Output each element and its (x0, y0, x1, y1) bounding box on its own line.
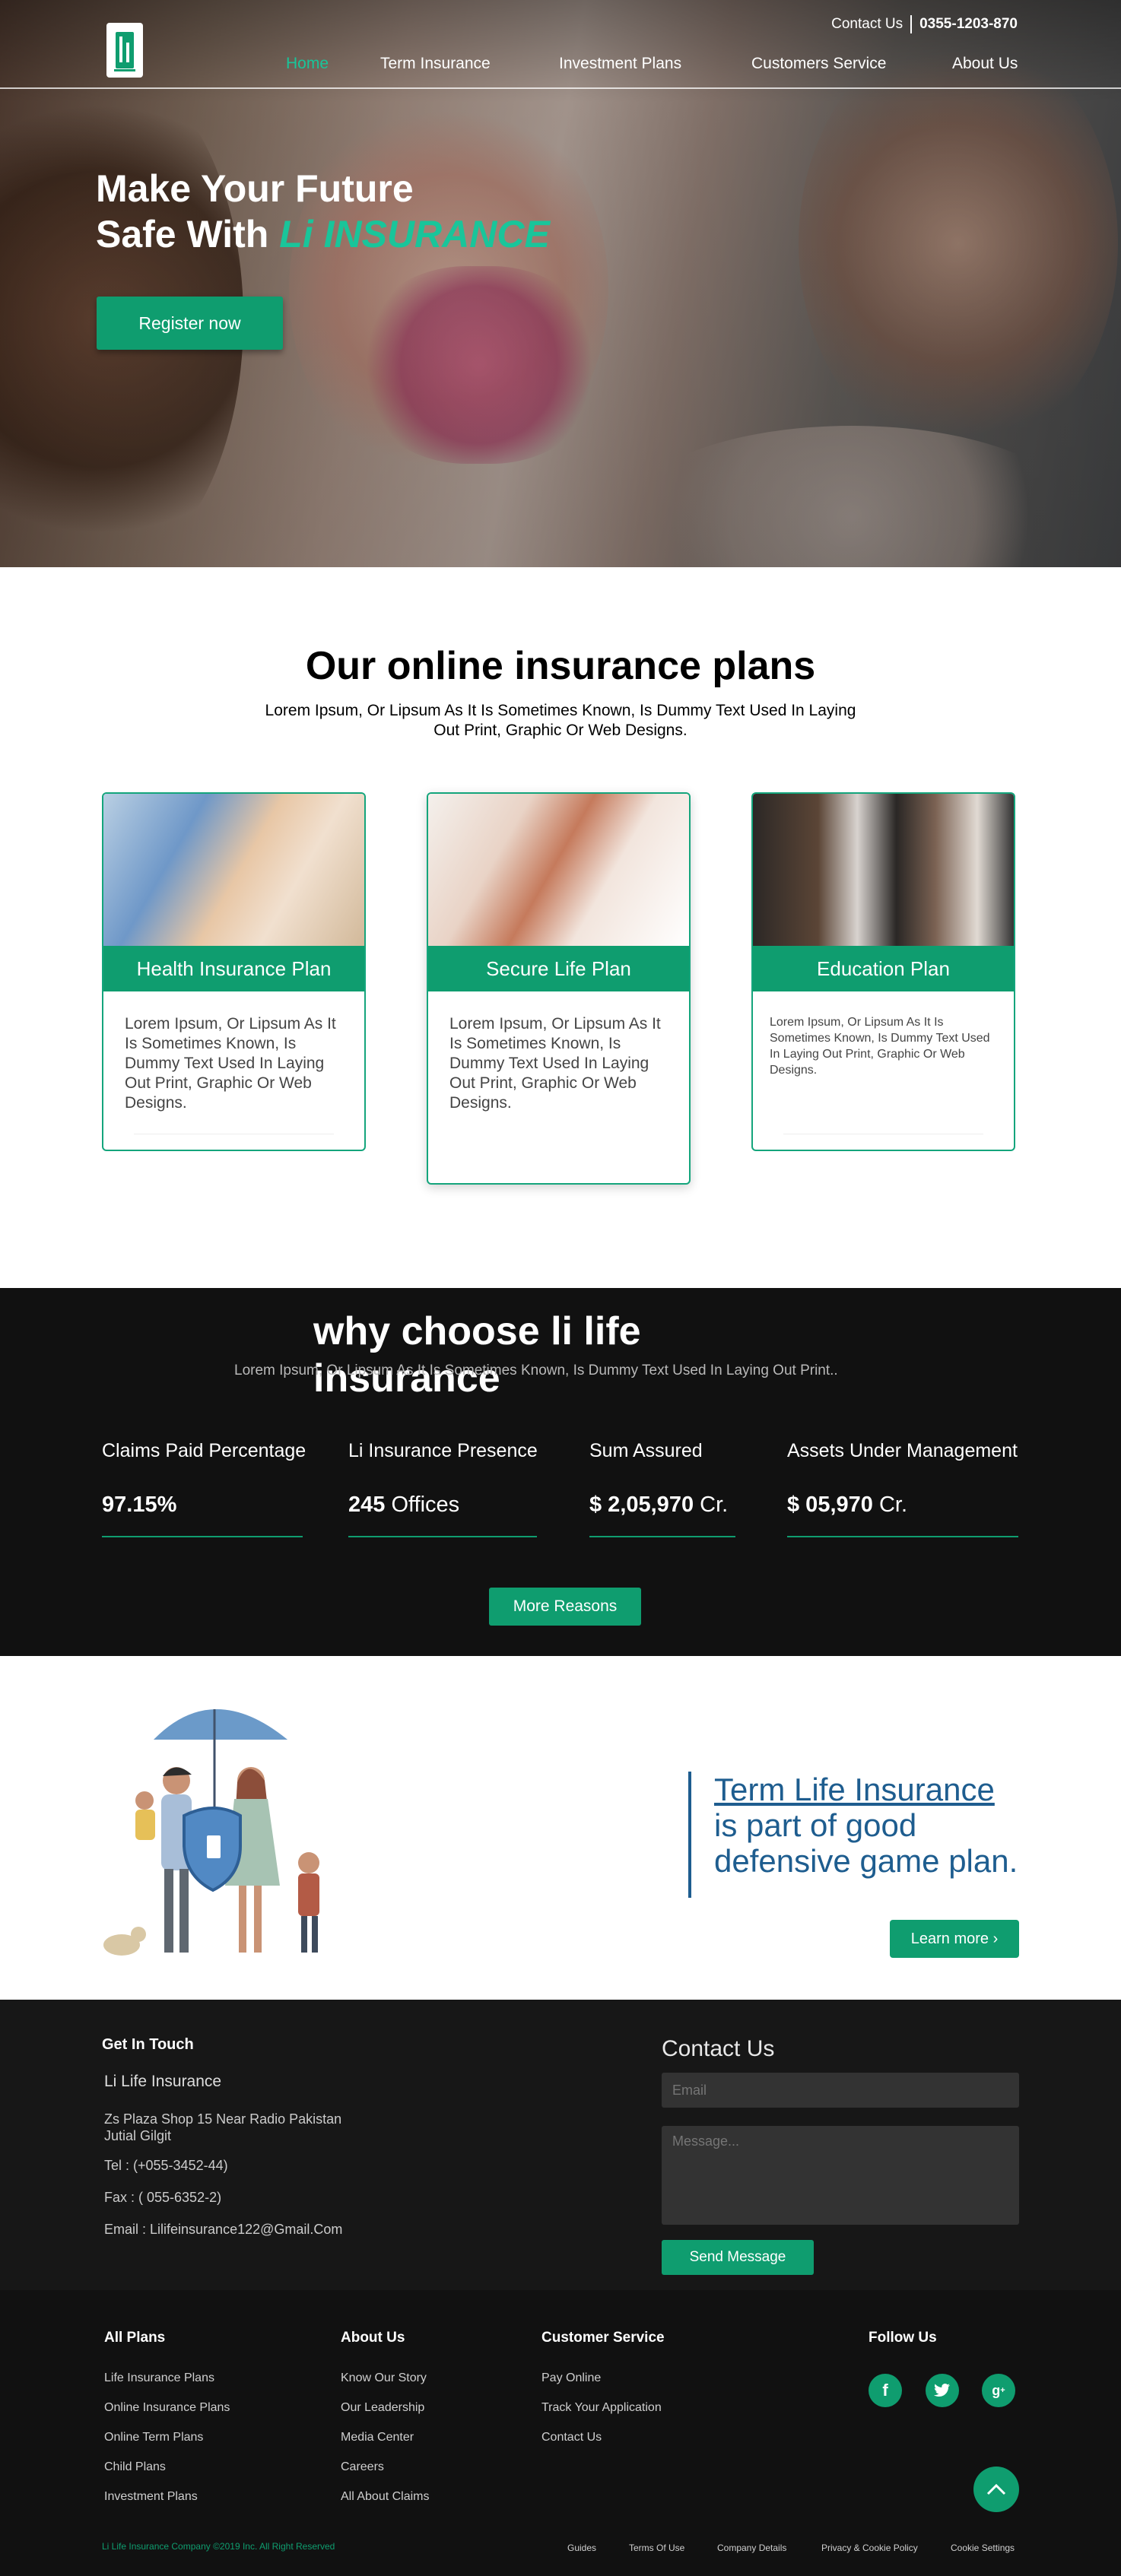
stat-claims-paid: Claims Paid Percentage 97.15% (102, 1440, 306, 1537)
nav-divider (0, 87, 1121, 89)
why-section: why choose li life insurance Lorem Ipsum… (0, 1288, 1121, 1656)
nav-term-insurance[interactable]: Term Insurance (380, 55, 491, 73)
plan-card-title: Health Insurance Plan (103, 946, 364, 991)
footer-follow: Follow Us (869, 2330, 937, 2363)
plan-card-text: Lorem Ipsum, Or Lipsum As It Is Sometime… (125, 1015, 336, 1112)
plan-card-text: Lorem Ipsum, Or Lipsum As It Is Sometime… (449, 1015, 661, 1112)
google-plus-icon[interactable]: g + (982, 2374, 1015, 2407)
footer-link-privacy[interactable]: Privacy & Cookie Policy (821, 2543, 918, 2553)
chevron-right-icon: › (992, 1930, 999, 1947)
footer-customer-service: Customer Service Pay Online Track Your A… (541, 2330, 665, 2452)
plan-card-title: Secure Life Plan (428, 946, 689, 991)
plan-card-health[interactable]: Health Insurance Plan Lorem Ipsum, Or Li… (102, 792, 366, 1151)
more-reasons-button[interactable]: More Reasons (489, 1588, 641, 1626)
message-field[interactable] (662, 2126, 1019, 2225)
footer-all-plans: All Plans Life Insurance Plans Online In… (104, 2330, 230, 2511)
email-field[interactable] (662, 2073, 1019, 2108)
stat-value: 245 Offices (348, 1493, 460, 1517)
company-fax: Fax : ( 055-6352-2) (104, 2190, 222, 2205)
footer-link[interactable]: Online Term Plans (104, 2422, 230, 2452)
contact-us-link[interactable]: Contact Us (831, 16, 903, 33)
plan-card-title: Education Plan (753, 946, 1014, 991)
why-title: why choose li life insurance (313, 1309, 641, 1401)
hero-brand: Li INSURANCE (279, 213, 550, 255)
footer-link[interactable]: Investment Plans (104, 2482, 230, 2511)
nav-customers-service[interactable]: Customers Service (751, 55, 886, 73)
stat-label: Assets Under Management (787, 1440, 1018, 1461)
stat-assets: Assets Under Management $ 05,970 Cr. (787, 1440, 1018, 1537)
footer-about: About Us Know Our Story Our Leadership M… (341, 2330, 430, 2511)
plans-title: Our online insurance plans (305, 644, 816, 688)
send-message-button[interactable]: Send Message (662, 2240, 814, 2275)
divider (910, 15, 913, 33)
footer-link[interactable]: Child Plans (104, 2452, 230, 2482)
back-to-top-button[interactable] (973, 2467, 1019, 2512)
stat-sum-assured: Sum Assured $ 2,05,970 Cr. (589, 1440, 735, 1537)
nav-about-us[interactable]: About Us (952, 55, 1018, 73)
stat-value: $ 05,970 Cr. (787, 1493, 908, 1517)
footer-link[interactable]: Pay Online (541, 2363, 665, 2393)
footer-link[interactable]: Careers (341, 2452, 430, 2482)
why-subtitle: Lorem Ipsum, Or Lipsum As It Is Sometime… (234, 1363, 838, 1378)
footer-link[interactable]: Online Insurance Plans (104, 2393, 230, 2422)
stat-value: 97.15% (102, 1493, 177, 1517)
footer-link-terms[interactable]: Terms Of Use (629, 2543, 684, 2553)
phone-number[interactable]: 0355-1203-870 (919, 16, 1018, 33)
plans-subtitle: Lorem Ipsum, Or Lipsum As It Is Sometime… (265, 702, 856, 739)
page: Contact Us 0355-1203-870 Home Term Insur… (0, 0, 1121, 2576)
footer-link[interactable]: Contact Us (541, 2422, 665, 2452)
footer-link-cookie-settings[interactable]: Cookie Settings (951, 2543, 1015, 2553)
hero-title-line1: Make Your Future (96, 167, 414, 210)
contact-section: Get In Touch Li Life Insurance Zs Plaza … (0, 2000, 1121, 2290)
term-life-link[interactable]: Term Life Insurance (714, 1772, 995, 1807)
term-life-text: Term Life Insurance is part of good defe… (714, 1772, 1018, 1879)
secure-life-plan-image (428, 794, 689, 946)
stat-presence: Li Insurance Presence 245 Offices (348, 1440, 538, 1537)
nav-investment-plans[interactable]: Investment Plans (559, 55, 681, 73)
stat-label: Claims Paid Percentage (102, 1440, 306, 1461)
chevron-up-icon (986, 2483, 1006, 2495)
footer-link[interactable]: All About Claims (341, 2482, 430, 2511)
footer-heading: All Plans (104, 2330, 166, 2346)
contact-form-title: Contact Us (662, 2036, 775, 2061)
company-email: Email : Lilifeinsurance122@Gmail.Com (104, 2222, 343, 2237)
get-in-touch-heading: Get In Touch (102, 2036, 194, 2053)
stat-label: Li Insurance Presence (348, 1440, 538, 1461)
footer-heading: About Us (341, 2330, 405, 2346)
hero-title-line2: Safe With (96, 213, 280, 255)
footer-link[interactable]: Media Center (341, 2422, 430, 2452)
plan-card-education[interactable]: Education Plan Lorem Ipsum, Or Lipsum As… (751, 792, 1015, 1151)
footer-heading: Customer Service (541, 2330, 665, 2346)
term-life-callout: Term Life Insurance is part of good defe… (688, 1772, 1023, 1898)
learn-more-button[interactable]: Learn more › (890, 1920, 1019, 1958)
footer-link[interactable]: Our Leadership (341, 2393, 430, 2422)
footer-link[interactable]: Know Our Story (341, 2363, 430, 2393)
education-plan-image (753, 794, 1014, 946)
footer-link-guides[interactable]: Guides (567, 2543, 596, 2553)
twitter-icon[interactable] (926, 2374, 959, 2407)
top-contact: Contact Us 0355-1203-870 (831, 15, 1018, 33)
footer: All Plans Life Insurance Plans Online In… (0, 2290, 1121, 2576)
company-name: Li Life Insurance (104, 2073, 222, 2090)
company-tel: Tel : (+055-3452-44) (104, 2158, 228, 2173)
register-button[interactable]: Register now (97, 297, 283, 350)
health-plan-image (103, 794, 364, 946)
hero-title: Make Your Future Safe With Li INSURANCE (96, 166, 550, 257)
stat-label: Sum Assured (589, 1440, 703, 1461)
company-address: Zs Plaza Shop 15 Near Radio Pakistan Jut… (104, 2111, 342, 2143)
nav-home[interactable]: Home (286, 55, 329, 73)
facebook-icon[interactable]: f (869, 2374, 902, 2407)
hero-image-overlay (0, 0, 1121, 567)
copyright: Li Life Insurance Company ©2019 Inc. All… (102, 2541, 335, 2552)
footer-link[interactable]: Life Insurance Plans (104, 2363, 230, 2393)
stat-value: $ 2,05,970 Cr. (589, 1493, 729, 1517)
plan-card-secure-life[interactable]: Secure Life Plan Lorem Ipsum, Or Lipsum … (427, 792, 691, 1185)
hero-section: Contact Us 0355-1203-870 Home Term Insur… (0, 0, 1121, 567)
main-nav: Home Term Insurance Investment Plans Cus… (0, 55, 1121, 76)
footer-link-company-details[interactable]: Company Details (717, 2543, 786, 2553)
plan-card-text: Lorem Ipsum, Or Lipsum As It Is Sometime… (770, 1016, 990, 1077)
footer-link[interactable]: Track Your Application (541, 2393, 665, 2422)
family-umbrella-illustration (103, 1709, 319, 1956)
footer-heading: Follow Us (869, 2330, 937, 2346)
